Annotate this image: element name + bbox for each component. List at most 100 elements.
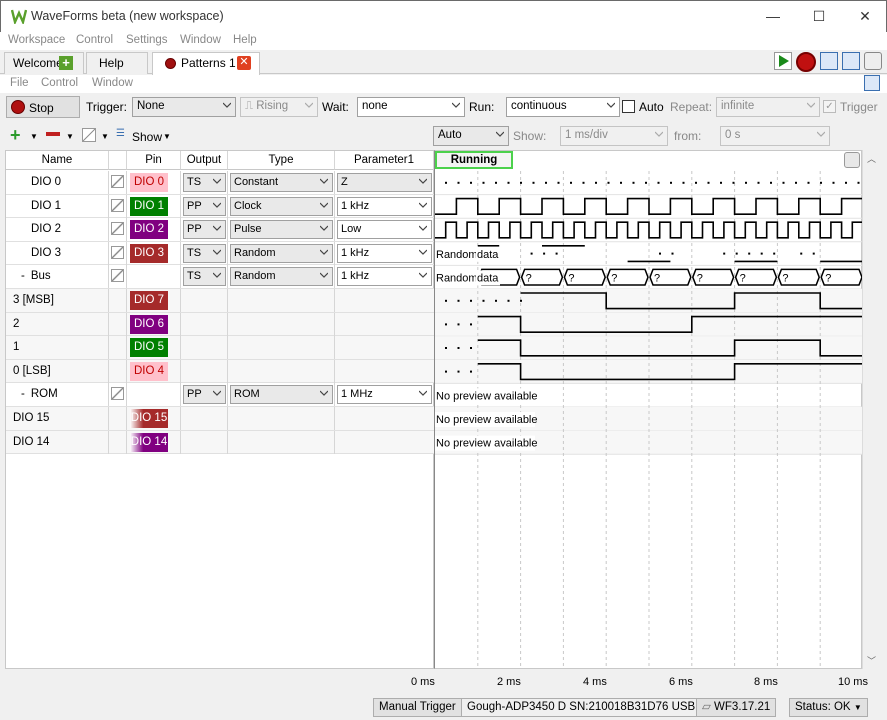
edit-cell[interactable] [109, 194, 127, 218]
output-cell[interactable]: ／TS [181, 265, 228, 289]
output-cell[interactable]: ／TS [181, 171, 228, 194]
pin-cell[interactable]: DIO 5 [127, 336, 181, 360]
settings-gear-icon[interactable] [864, 52, 882, 70]
table-row[interactable]: DIO 14 DIO 14 [6, 430, 434, 455]
submenu-window[interactable]: Window [92, 77, 133, 89]
type-select[interactable]: Pulse [230, 220, 333, 240]
edit-cell[interactable] [109, 218, 127, 242]
menu-workspace[interactable]: Workspace [8, 34, 65, 46]
device-info[interactable]: Gough-ADP3450 D SN:210018B31D76 USB:LX [461, 698, 719, 717]
edit-cell[interactable] [109, 171, 127, 194]
tab-patterns[interactable]: Patterns 1 ✕ [152, 52, 260, 75]
type-cell[interactable]: Clock [228, 194, 335, 218]
close-button[interactable]: ✕ [842, 1, 887, 31]
signal-name[interactable]: 2 [6, 312, 109, 336]
column-header-pin[interactable]: Pin [127, 151, 181, 170]
table-row[interactable]: -ROM／PPROM1 MHz [6, 383, 434, 407]
collapse-icon[interactable]: - [21, 388, 25, 400]
scroll-down-icon[interactable]: ﹀ [867, 654, 876, 667]
menu-help[interactable]: Help [233, 34, 257, 46]
signal-name[interactable]: 3 [MSB] [6, 289, 109, 312]
pin-cell[interactable]: DIO 14 [127, 430, 181, 454]
parameter-select[interactable]: 1 kHz [337, 267, 432, 287]
signal-name[interactable]: DIO 1 [6, 194, 109, 218]
from-select[interactable]: 0 s [720, 126, 830, 146]
edit-icon[interactable] [82, 128, 96, 142]
pin-cell[interactable]: DIO 0 [127, 171, 181, 194]
parameter-select[interactable]: Z [337, 173, 432, 192]
status-menu[interactable]: Status: OK ▼ [789, 698, 868, 717]
parameter-cell[interactable]: Low [335, 218, 434, 241]
window-tile-icon[interactable] [842, 52, 860, 70]
table-row[interactable]: DIO 1 DIO 1 ／PP Clock 1 kHz [6, 194, 434, 219]
minimize-button[interactable]: — [750, 1, 796, 31]
tab-welcome[interactable]: Welcome + [4, 52, 84, 74]
wait-select[interactable]: none [357, 97, 465, 117]
record-button[interactable] [796, 52, 816, 72]
edit-icon[interactable] [111, 269, 124, 283]
signal-name[interactable]: DIO 2 [6, 218, 109, 242]
mode-select[interactable]: Auto [433, 126, 509, 146]
pin-cell[interactable]: DIO 3 [127, 241, 181, 265]
pin-cell[interactable]: DIO 7 [127, 289, 181, 312]
parameter-cell[interactable]: Z [335, 171, 434, 194]
pin-cell[interactable] [127, 383, 181, 407]
menu-settings[interactable]: Settings [126, 34, 168, 46]
parameter-select[interactable]: 1 kHz [337, 196, 432, 216]
chevron-down-icon[interactable]: ▼ [30, 132, 38, 141]
collapse-icon[interactable]: - [21, 270, 25, 282]
repeat-select[interactable]: infinite [716, 97, 820, 117]
output-select[interactable]: PP [183, 385, 226, 405]
pin-cell[interactable]: DIO 1 [127, 194, 181, 218]
edit-icon[interactable] [111, 222, 124, 236]
column-header-type[interactable]: Type [228, 151, 335, 170]
tab-help[interactable]: Help [86, 52, 148, 74]
manual-trigger-button[interactable]: Manual Trigger [373, 698, 462, 717]
type-select[interactable]: ROM [230, 385, 333, 405]
edit-icon[interactable] [111, 245, 124, 259]
parameter-cell[interactable]: 1 kHz [335, 242, 434, 265]
trigger-select[interactable]: None [132, 97, 236, 117]
run-select[interactable]: continuous [506, 97, 620, 117]
version-badge[interactable]: ▱ WF3.17.21 [696, 698, 777, 717]
edit-icon[interactable] [111, 387, 124, 401]
column-header-parameter[interactable]: Parameter1 [335, 151, 434, 170]
edge-select[interactable]: ⎍ Rising [240, 97, 318, 117]
output-cell[interactable]: ／PP [181, 194, 228, 218]
signal-name[interactable]: DIO 15 [6, 407, 109, 430]
signal-name[interactable]: - Bus [6, 265, 109, 289]
stop-button[interactable]: Stop [6, 96, 80, 118]
menu-control[interactable]: Control [76, 34, 113, 46]
chevron-down-icon[interactable]: ▼ [66, 132, 74, 141]
remove-signal-icon[interactable] [46, 132, 60, 136]
run-button[interactable] [774, 52, 792, 70]
type-cell[interactable]: Pulse [228, 218, 335, 242]
table-row[interactable]: DIO 3 DIO 3 ／TS Random 1 kHz [6, 241, 434, 266]
type-select[interactable]: Random [230, 267, 333, 287]
pin-cell[interactable]: DIO 4 [127, 359, 181, 383]
dock-window-icon[interactable] [864, 75, 880, 91]
chevron-down-icon[interactable]: ▼ [101, 132, 109, 141]
table-row[interactable]: DIO 0 DIO 0 ／TS Constant Z [6, 171, 434, 195]
show-menu-label[interactable]: Show [132, 130, 162, 144]
submenu-file[interactable]: File [10, 77, 29, 89]
maximize-button[interactable]: ☐ [796, 1, 842, 31]
parameter-select[interactable]: Low [337, 220, 432, 240]
type-cell[interactable]: Random [228, 241, 335, 265]
pin-cell[interactable] [127, 265, 181, 289]
signal-name[interactable]: 1 [6, 336, 109, 360]
type-select[interactable]: Clock [230, 196, 333, 216]
parameter-cell[interactable]: 1 MHz [335, 383, 434, 406]
pin-cell[interactable]: DIO 15 [127, 407, 181, 430]
waveform-view[interactable]: Running Random data Random data???????? No p… [434, 150, 863, 669]
table-row[interactable]: 2 DIO 6 [6, 312, 434, 337]
column-header-output[interactable]: Output [181, 151, 228, 170]
pin-cell[interactable]: DIO 2 [127, 218, 181, 242]
signal-name[interactable]: 0 [LSB] [6, 359, 109, 383]
output-select[interactable]: PP [183, 196, 226, 216]
signal-name[interactable]: DIO 3 [6, 241, 109, 265]
output-select[interactable]: PP [183, 220, 226, 240]
timebase-select[interactable]: 1 ms/div [560, 126, 668, 146]
view-settings-gear-icon[interactable] [844, 152, 860, 168]
edit-icon[interactable] [111, 175, 124, 188]
